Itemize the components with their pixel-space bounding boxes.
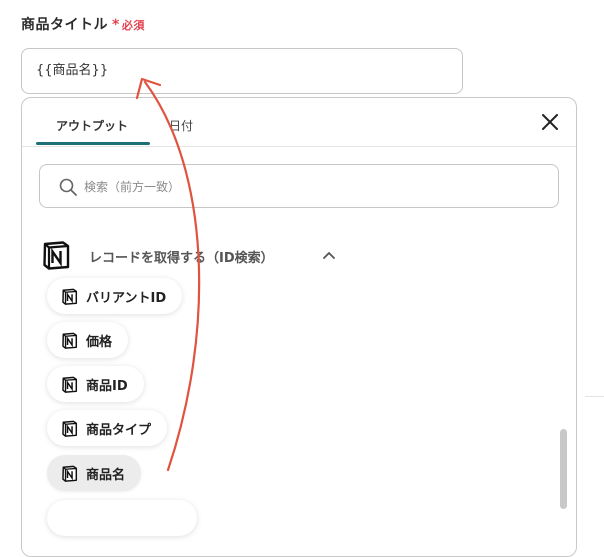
tab-bar: アウトプット 日付 xyxy=(22,98,576,147)
active-tab-indicator xyxy=(36,142,150,145)
search-icon xyxy=(59,178,77,196)
field-label: 商品タイトル * 必須 xyxy=(21,14,145,34)
tab-output[interactable]: アウトプット xyxy=(56,117,128,134)
group-header-get-record[interactable]: レコードを取得する（ID検索） xyxy=(41,240,361,270)
output-item-price[interactable]: 価格 xyxy=(47,322,129,358)
output-item-product-type[interactable]: 商品タイプ xyxy=(47,410,168,446)
required-mark: * xyxy=(112,17,120,33)
notion-logo-icon xyxy=(62,465,78,482)
output-item-product-name[interactable]: 商品名 xyxy=(47,455,142,491)
output-item-label: 商品ID xyxy=(86,378,128,394)
output-item-label: 商品タイプ xyxy=(86,422,152,438)
divider xyxy=(585,396,604,397)
scrollbar[interactable] xyxy=(560,429,567,509)
close-icon[interactable] xyxy=(540,112,560,132)
group-title: レコードを取得する（ID検索） xyxy=(89,251,274,266)
tab-date[interactable]: 日付 xyxy=(169,117,193,134)
output-item-label: 価格 xyxy=(86,334,113,350)
search-input[interactable] xyxy=(82,165,546,209)
field-label-text: 商品タイトル xyxy=(21,17,108,33)
notion-logo-icon xyxy=(62,420,78,437)
notion-logo-icon xyxy=(62,376,78,393)
output-item-label: バリアントID xyxy=(86,290,167,306)
notion-logo-icon xyxy=(62,288,78,305)
notion-logo-icon xyxy=(62,332,78,349)
notion-logo-icon xyxy=(43,241,70,270)
output-item-product-id[interactable]: 商品ID xyxy=(47,366,144,402)
search-box xyxy=(39,164,559,209)
required-text: 必須 xyxy=(121,19,145,32)
output-item-partial[interactable] xyxy=(47,500,197,536)
product-title-input[interactable]: {{商品名}} xyxy=(21,48,463,94)
output-item-variant-id[interactable]: バリアントID xyxy=(47,278,183,314)
output-item-label: 商品名 xyxy=(86,467,126,483)
variable-picker-panel: アウトプット 日付 レコードを取得する（ID検索） xyxy=(21,97,577,557)
chevron-up-icon[interactable] xyxy=(322,249,336,261)
